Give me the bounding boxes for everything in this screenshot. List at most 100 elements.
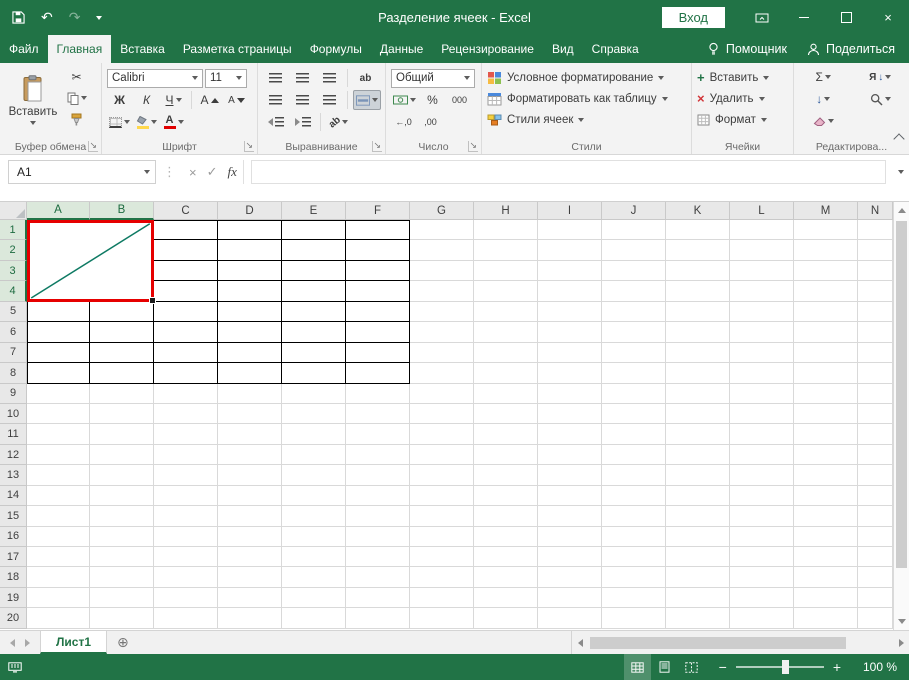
cell-G6[interactable]	[410, 322, 474, 343]
cell-N16[interactable]	[858, 526, 893, 547]
cell-C3[interactable]	[154, 260, 218, 282]
cell-N20[interactable]	[858, 608, 893, 629]
cell-J3[interactable]	[602, 260, 666, 282]
cell-J17[interactable]	[602, 547, 666, 568]
cell-N18[interactable]	[858, 567, 893, 588]
cell-H8[interactable]	[474, 363, 538, 384]
cell-J5[interactable]	[602, 301, 666, 323]
select-all-button[interactable]	[0, 202, 27, 220]
cell-A20[interactable]	[27, 608, 90, 629]
column-header-C[interactable]: C	[154, 202, 218, 220]
cell-H6[interactable]	[474, 322, 538, 343]
align-top-button[interactable]	[263, 68, 288, 88]
cell-N7[interactable]	[858, 342, 893, 364]
assistant-button[interactable]: Помощник	[707, 42, 787, 56]
column-header-H[interactable]: H	[474, 202, 538, 220]
cell-D19[interactable]	[218, 587, 282, 609]
cell-H2[interactable]	[474, 240, 538, 261]
cell-M13[interactable]	[794, 465, 858, 486]
ribbon-tab-9[interactable]: Справка	[583, 35, 648, 63]
column-header-B[interactable]: B	[90, 202, 154, 220]
cell-G10[interactable]	[410, 403, 474, 425]
shrink-font-button[interactable]: A	[224, 90, 249, 110]
cell-A12[interactable]	[27, 444, 90, 466]
autosum-button[interactable]: Σ	[799, 67, 847, 87]
page-layout-view-button[interactable]	[651, 654, 678, 680]
cell-J18[interactable]	[602, 567, 666, 588]
column-header-G[interactable]: G	[410, 202, 474, 220]
cell-E16[interactable]	[282, 526, 346, 547]
cell-C1[interactable]	[154, 220, 218, 241]
cell-I19[interactable]	[538, 587, 602, 609]
cell-E18[interactable]	[282, 567, 346, 588]
cell-K6[interactable]	[666, 322, 730, 343]
row-header-6[interactable]: 6	[0, 322, 27, 343]
ribbon-tab-2[interactable]: Главная	[47, 35, 112, 63]
cell-D3[interactable]	[218, 260, 282, 282]
cell-G11[interactable]	[410, 424, 474, 445]
cell-I6[interactable]	[538, 322, 602, 343]
cell-J20[interactable]	[602, 608, 666, 629]
cell-L19[interactable]	[730, 587, 794, 609]
cell-E19[interactable]	[282, 587, 346, 609]
cell-H17[interactable]	[474, 547, 538, 568]
cell-B14[interactable]	[90, 485, 154, 507]
cell-E3[interactable]	[282, 260, 346, 282]
cell-L4[interactable]	[730, 281, 794, 302]
cell-J12[interactable]	[602, 444, 666, 466]
column-header-J[interactable]: J	[602, 202, 666, 220]
row-header-13[interactable]: 13	[0, 465, 27, 486]
cell-N15[interactable]	[858, 506, 893, 527]
increase-indent-button[interactable]	[290, 112, 315, 132]
cell-D2[interactable]	[218, 240, 282, 261]
cell-D14[interactable]	[218, 485, 282, 507]
cell-J15[interactable]	[602, 506, 666, 527]
cell-J7[interactable]	[602, 342, 666, 364]
cell-B8[interactable]	[90, 363, 154, 384]
cell-H20[interactable]	[474, 608, 538, 629]
accounting-format-button[interactable]	[391, 90, 418, 110]
wrap-text-button[interactable]: ab	[353, 68, 378, 88]
cell-M6[interactable]	[794, 322, 858, 343]
italic-button[interactable]: К	[134, 90, 159, 110]
cell-I13[interactable]	[538, 465, 602, 486]
cell-J13[interactable]	[602, 465, 666, 486]
cell-K19[interactable]	[666, 587, 730, 609]
next-sheet-icon[interactable]	[25, 638, 30, 647]
paste-button[interactable]: Вставить	[5, 67, 61, 129]
cell-C17[interactable]	[154, 547, 218, 568]
cell-M12[interactable]	[794, 444, 858, 466]
cell-E12[interactable]	[282, 444, 346, 466]
cell-L10[interactable]	[730, 403, 794, 425]
cell-B7[interactable]	[90, 342, 154, 364]
cell-D8[interactable]	[218, 363, 282, 384]
cell-M3[interactable]	[794, 260, 858, 282]
cell-C4[interactable]	[154, 281, 218, 302]
ribbon-tab-4[interactable]: Разметка страницы	[174, 35, 301, 63]
conditional-formatting-button[interactable]: Условное форматирование	[487, 67, 687, 88]
cell-A19[interactable]	[27, 587, 90, 609]
cell-J4[interactable]	[602, 281, 666, 302]
zoom-in-button[interactable]: +	[833, 660, 841, 674]
cell-B11[interactable]	[90, 424, 154, 445]
horizontal-scroll-thumb[interactable]	[590, 636, 847, 649]
cell-D16[interactable]	[218, 526, 282, 547]
align-center-button[interactable]	[290, 90, 315, 110]
qat-customize-icon[interactable]	[96, 15, 103, 20]
row-header-19[interactable]: 19	[0, 587, 27, 609]
cell-N11[interactable]	[858, 424, 893, 445]
cell-F8[interactable]	[346, 363, 410, 384]
cell-B9[interactable]	[90, 383, 154, 404]
cell-I4[interactable]	[538, 281, 602, 302]
cell-G9[interactable]	[410, 383, 474, 404]
scroll-up-button[interactable]	[894, 202, 909, 219]
cell-K7[interactable]	[666, 342, 730, 364]
row-header-12[interactable]: 12	[0, 444, 27, 466]
cell-G18[interactable]	[410, 567, 474, 588]
cell-I9[interactable]	[538, 383, 602, 404]
orientation-button[interactable]: ab	[326, 112, 351, 132]
format-cells-button[interactable]: Формат	[697, 109, 789, 130]
cell-M10[interactable]	[794, 403, 858, 425]
fill-color-button[interactable]	[134, 112, 159, 132]
cell-M15[interactable]	[794, 506, 858, 527]
